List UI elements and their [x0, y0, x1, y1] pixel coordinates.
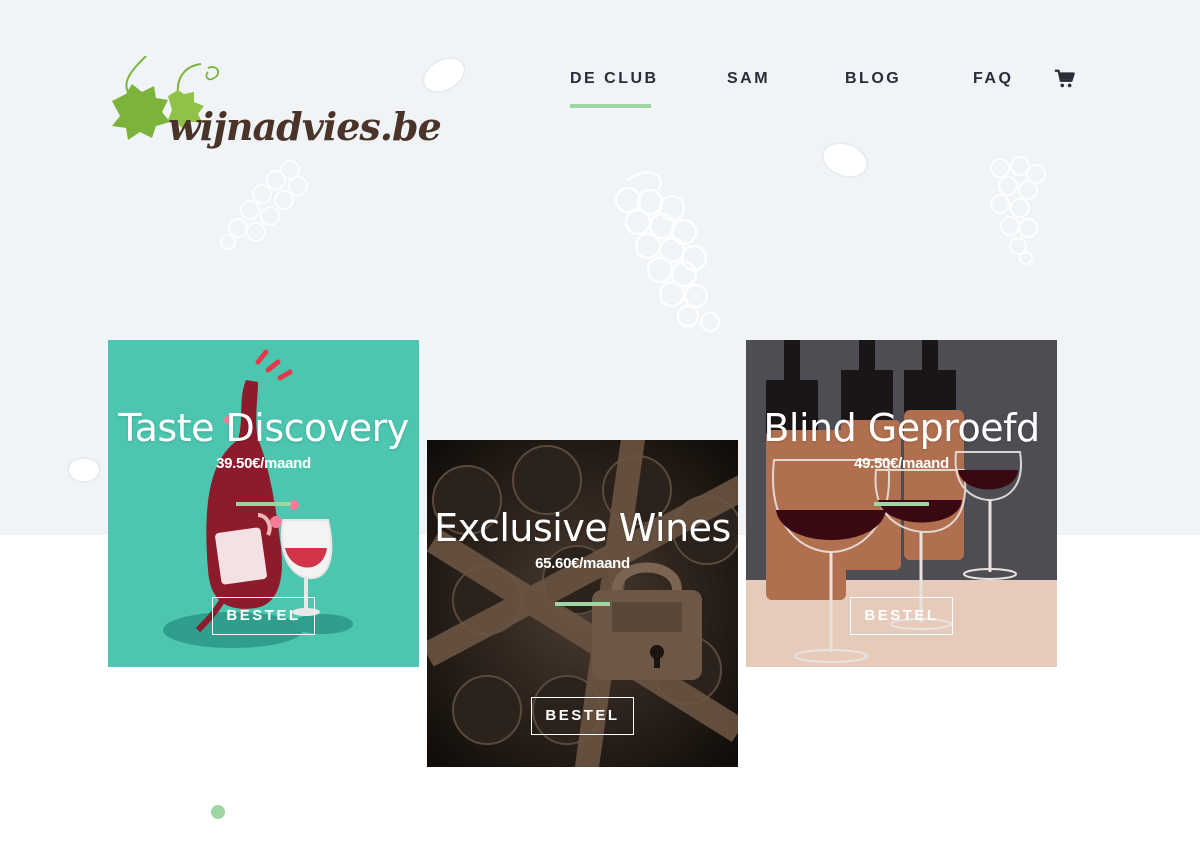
card-divider — [236, 502, 291, 506]
grape-berry-decoration-icon — [67, 457, 101, 483]
slider-dot[interactable] — [211, 805, 225, 819]
subscription-card-exclusive-wines[interactable]: Exclusive Wines 65.60€/maand BESTEL — [427, 440, 738, 767]
card-divider — [874, 502, 929, 506]
nav-item-de-club[interactable]: DE CLUB — [570, 70, 659, 108]
subscription-card-taste-discovery[interactable]: Taste Discovery 39.50€/maand BESTEL — [108, 340, 419, 667]
grape-berry-decoration-icon — [422, 57, 466, 93]
card-title: Blind Geproefd — [763, 406, 1040, 450]
order-button[interactable]: BESTEL — [531, 697, 634, 735]
grape-bunch-decoration-icon — [614, 171, 721, 333]
subscription-card-blind-geproefd[interactable]: Blind Geproefd 49.50€/maand BESTEL — [746, 340, 1057, 667]
card-title: Taste Discovery — [118, 406, 409, 450]
grape-berry-decoration-icon — [821, 142, 869, 178]
card-divider — [555, 602, 610, 606]
order-button[interactable]: BESTEL — [212, 597, 315, 635]
nav-item-blog[interactable]: BLOG — [845, 70, 901, 88]
grape-decoration-icon — [220, 160, 308, 250]
card-price: 65.60€/maand — [535, 555, 630, 572]
shopping-cart-icon[interactable] — [1054, 68, 1076, 90]
card-price: 49.50€/maand — [854, 455, 949, 472]
grape-decoration-icon — [990, 156, 1046, 265]
nav-item-faq[interactable]: FAQ — [973, 70, 1013, 88]
logo-wordmark: wijnadvies.be — [168, 104, 442, 149]
site-logo[interactable]: wijnadvies.be — [106, 56, 442, 161]
card-price: 39.50€/maand — [216, 455, 311, 472]
card-title: Exclusive Wines — [434, 506, 731, 550]
nav-item-sam[interactable]: SAM — [727, 70, 770, 88]
order-button[interactable]: BESTEL — [850, 597, 953, 635]
